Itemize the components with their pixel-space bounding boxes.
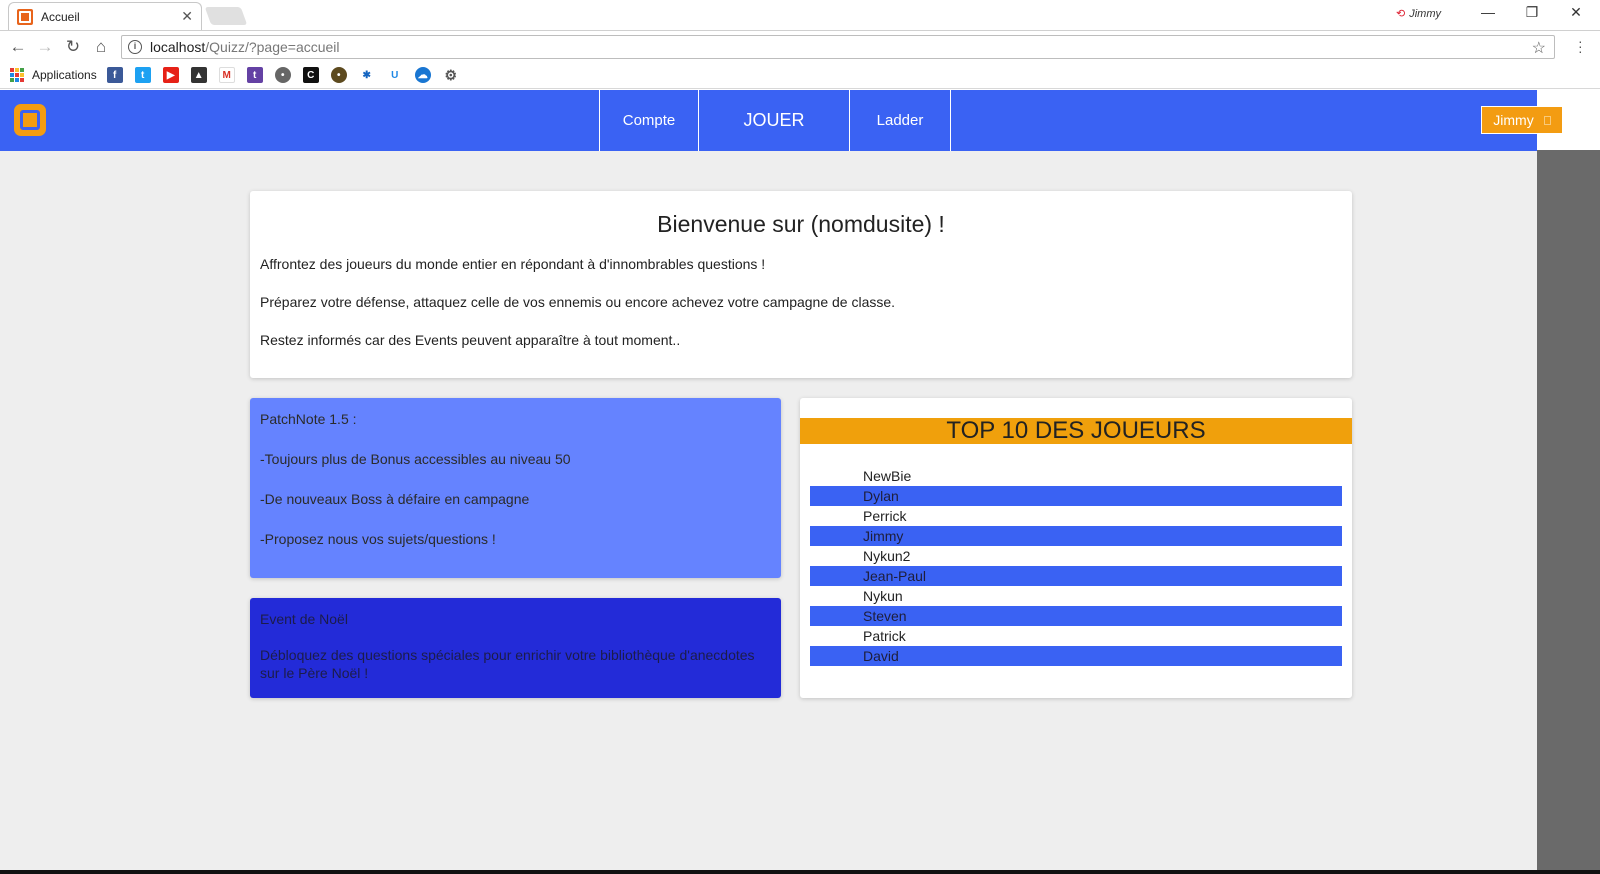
- browser-tabbar: Accueil ✕ ⟲ Jimmy — ❐ ✕: [0, 0, 1600, 30]
- user-button-label: Jimmy: [1493, 112, 1534, 128]
- bookmark-c-icon[interactable]: C: [302, 67, 319, 83]
- player-row: Jean-Paul: [810, 566, 1342, 586]
- site-logo-icon[interactable]: [14, 104, 46, 136]
- bookmark-mountain-icon[interactable]: ▲: [190, 67, 207, 83]
- player-row: NewBie: [863, 468, 912, 484]
- url-path: /Quizz/?page=accueil: [205, 39, 340, 55]
- player-row: David: [810, 646, 1342, 666]
- event-title: Event de Noël: [260, 611, 348, 627]
- nav-compte[interactable]: Compte: [599, 90, 698, 151]
- welcome-card: Bienvenue sur (nomdusite) ! Affrontez de…: [250, 191, 1352, 378]
- player-row: Perrick: [863, 508, 907, 524]
- profile-chip[interactable]: ⟲ Jimmy: [1396, 7, 1441, 21]
- apps-grid-icon[interactable]: [10, 68, 24, 82]
- player-row: Steven: [810, 606, 1342, 626]
- taskbar-edge: [0, 870, 1600, 874]
- top10-list: NewBie Dylan Perrick Jimmy Nykun2 Jean-P…: [810, 466, 1342, 666]
- youtube-icon[interactable]: ▶: [162, 67, 179, 83]
- player-row: Dylan: [810, 486, 1342, 506]
- site-navbar: Compte JOUER Ladder Jimmy: [0, 90, 1563, 151]
- browser-toolbar: ← → ↻ ⌂ i localhost /Quizz/?page=accueil…: [0, 30, 1600, 62]
- gmail-icon[interactable]: M: [218, 67, 235, 83]
- info-icon[interactable]: i: [128, 40, 142, 54]
- apps-bookmark-label[interactable]: Applications: [32, 68, 97, 82]
- nav-ladder[interactable]: Ladder: [849, 90, 950, 151]
- player-row: Nykun2: [863, 548, 911, 564]
- profile-icon: ⟲: [1396, 8, 1406, 20]
- bookmark-cloud-icon[interactable]: ☁: [414, 67, 431, 83]
- browser-menu-icon[interactable]: · · ·: [1578, 34, 1583, 58]
- facebook-icon[interactable]: f: [106, 67, 123, 83]
- url-host: localhost: [150, 39, 206, 55]
- site-favicon-icon: [17, 8, 33, 25]
- welcome-paragraph: Restez informés car des Events peuvent a…: [260, 332, 681, 348]
- page-scrollbar[interactable]: [1537, 150, 1600, 874]
- bookmark-helmet-icon[interactable]: •: [330, 67, 347, 83]
- user-menu-button[interactable]: Jimmy: [1481, 106, 1563, 134]
- bookmark-u-icon[interactable]: U: [386, 67, 403, 83]
- close-window-button[interactable]: ✕: [1554, 4, 1598, 26]
- tab-close-icon[interactable]: ✕: [181, 8, 193, 25]
- patchnote-card: PatchNote 1.5 : -Toujours plus de Bonus …: [250, 398, 781, 578]
- settings-gear-icon[interactable]: ⚙: [442, 67, 459, 83]
- patchnote-line: -Toujours plus de Bonus accessibles au n…: [260, 451, 571, 467]
- bookmark-figure-icon[interactable]: ✱: [358, 67, 375, 83]
- welcome-paragraph: Préparez votre défense, attaquez celle d…: [260, 294, 896, 310]
- bookmark-star-icon[interactable]: ☆: [1532, 38, 1546, 58]
- site-viewport: Compte JOUER Ladder Jimmy Bienvenue sur …: [0, 90, 1563, 874]
- patchnote-line: -De nouveaux Boss à défaire en campagne: [260, 491, 530, 507]
- reload-icon[interactable]: ↻: [63, 37, 83, 57]
- welcome-title: Bienvenue sur (nomdusite) !: [657, 211, 945, 237]
- top10-card: TOP 10 DES JOUEURS NewBie Dylan Perrick …: [800, 398, 1352, 698]
- top10-title: TOP 10 DES JOUEURS: [800, 418, 1352, 444]
- player-row: Jimmy: [810, 526, 1342, 546]
- maximize-button[interactable]: ❐: [1510, 4, 1554, 26]
- player-row: Nykun: [863, 588, 903, 604]
- address-bar[interactable]: i localhost /Quizz/?page=accueil ☆: [121, 35, 1555, 59]
- twitter-icon[interactable]: t: [134, 67, 151, 83]
- nav-divider: [950, 90, 951, 151]
- patchnote-title: PatchNote 1.5 :: [260, 411, 357, 427]
- tab-title: Accueil: [41, 9, 80, 24]
- player-row: Patrick: [863, 628, 906, 644]
- forward-arrow-icon[interactable]: →: [35, 37, 55, 57]
- nav-jouer[interactable]: JOUER: [698, 90, 849, 151]
- user-dropdown-icon: [1543, 115, 1551, 125]
- event-body: Débloquez des questions spéciales pour e…: [260, 647, 755, 681]
- twitch-icon[interactable]: t: [246, 67, 263, 83]
- welcome-paragraph: Affrontez des joueurs du monde entier en…: [260, 256, 766, 272]
- bookmark-round-icon[interactable]: •: [274, 67, 291, 83]
- browser-tab[interactable]: Accueil ✕: [8, 2, 202, 30]
- bookmarks-bar: Applications f t ▶ ▲ M t • C • ✱ U ☁ ⚙: [0, 62, 1600, 89]
- event-card: Event de Noël Débloquez des questions sp…: [250, 598, 781, 698]
- new-tab-button[interactable]: [204, 7, 248, 25]
- back-arrow-icon[interactable]: ←: [8, 37, 28, 57]
- home-icon[interactable]: ⌂: [91, 37, 111, 57]
- patchnote-line: -Proposez nous vos sujets/questions !: [260, 531, 496, 547]
- profile-name: Jimmy: [1409, 7, 1441, 20]
- minimize-button[interactable]: —: [1466, 4, 1510, 26]
